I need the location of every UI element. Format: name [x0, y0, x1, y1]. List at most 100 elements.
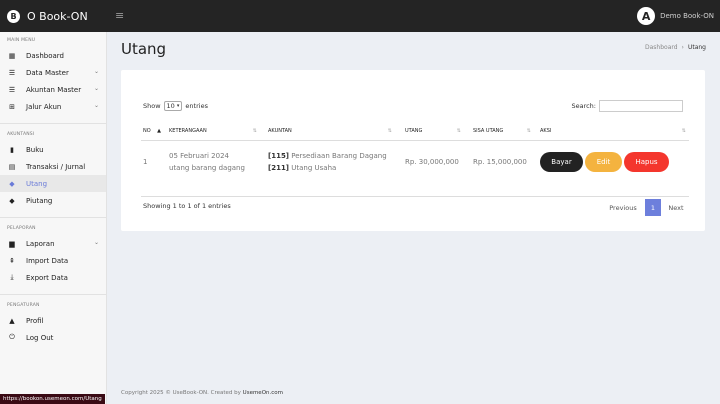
grid-icon: ⊞ [9, 102, 15, 111]
entries-length-control: Show 10 ▾ entries [143, 101, 208, 111]
sidebar-section-title: PENGATURAN [7, 302, 40, 308]
header-divider [141, 140, 689, 141]
account-name: Utang Usaha [291, 164, 337, 172]
sort-icon: ⇅ [526, 128, 531, 134]
utang-table-card: Show 10 ▾ entries Search: NO ▲ KETERANGAA… [121, 70, 705, 231]
sidebar-item-label: Log Out [26, 333, 54, 342]
sidebar-item-import-data[interactable]: ⇞ Import Data [0, 252, 106, 269]
sidebar-item-label: Import Data [26, 256, 69, 265]
file-icon: ▆ [9, 239, 15, 248]
footer: Copyright 2025 © UseBook-ON. Created by … [121, 390, 283, 396]
column-header-sisa-utang[interactable]: SISA UTANG ⇅ [473, 124, 531, 138]
cell-keterangan: 05 Februari 2024 utang barang dagang [169, 150, 245, 174]
list-icon: ☰ [8, 85, 16, 94]
chevron-down-icon: ▾ [176, 103, 180, 109]
tags-icon: ◆ [9, 196, 15, 205]
sidebar-item-label: Laporan [26, 239, 55, 248]
account-code: [211] [268, 164, 290, 172]
sidebar-item-buku[interactable]: ▮ Buku [0, 141, 106, 158]
user-menu[interactable]: A Demo Book-ON [637, 0, 714, 32]
sidebar-divider [0, 123, 106, 124]
cell-akuntan: [115] Persediaan Barang Dagang [211] Uta… [268, 150, 387, 174]
sidebar-item-label: Dashboard [26, 51, 64, 60]
sidebar-section-title: AKUNTANSI [7, 131, 35, 137]
search-label: Search: [571, 102, 596, 110]
chevron-down-icon: ⌄ [93, 239, 99, 246]
sidebar-item-utang[interactable]: ◆ Utang [0, 175, 106, 192]
search-input[interactable] [599, 100, 683, 112]
user-name: Demo Book-ON [660, 12, 714, 20]
sidebar-item-laporan[interactable]: ▆ Laporan ⌄ [0, 235, 106, 252]
avatar: A [637, 7, 656, 25]
pagination-next[interactable]: Next [663, 199, 689, 216]
top-navbar: B O Book-ON ≡ A Demo Book-ON [0, 0, 720, 32]
column-header-utang[interactable]: UTANG ⇅ [405, 124, 461, 138]
sort-icon: ⇅ [387, 128, 392, 134]
sidebar-divider [0, 294, 106, 295]
sidebar-item-label: Transaksi / Jurnal [26, 162, 86, 171]
user-icon: ▲ [9, 316, 15, 325]
breadcrumb: Dashboard › Utang [645, 44, 706, 51]
power-icon: ⏻ [9, 333, 15, 341]
footer-text: Copyright 2025 © UseBook-ON. Created by [121, 390, 243, 396]
sidebar-item-label: Akuntan Master [26, 85, 82, 94]
entries-select[interactable]: 10 ▾ [163, 101, 183, 111]
sidebar-item-akuntan-master[interactable]: ☰ Akuntan Master ⌄ [0, 81, 106, 98]
dashboard-icon: ▦ [8, 51, 16, 60]
brand-logo-icon: B [7, 9, 20, 23]
sidebar-item-label: Data Master [26, 68, 69, 77]
sidebar-divider [0, 217, 106, 218]
sidebar-item-label: Jalur Akun [26, 102, 62, 111]
sidebar-item-transaksi-jurnal[interactable]: ▤ Transaksi / Jurnal [0, 158, 106, 175]
sidebar-item-piutang[interactable]: ◆ Piutang [0, 192, 106, 209]
sort-asc-icon: ▲ [157, 128, 161, 134]
column-header-label: AKUNTAN [268, 128, 292, 134]
status-url: https://bookon.usemeon.com/Utang [0, 394, 105, 404]
sidebar-item-export-data[interactable]: ⤓ Export Data [0, 269, 106, 286]
cell-date: 05 Februari 2024 [169, 152, 229, 160]
brand[interactable]: B O Book-ON [7, 0, 88, 32]
bayar-button[interactable]: Bayar [540, 152, 583, 172]
account-code: [115] [268, 152, 290, 160]
brand-name: O Book-ON [27, 9, 88, 23]
cell-utang: Rp. 30,000,000 [405, 158, 459, 166]
breadcrumb-home-link[interactable]: Dashboard [645, 44, 678, 51]
chevron-down-icon: ⌄ [93, 68, 99, 75]
edit-button[interactable]: Edit [585, 152, 622, 172]
column-header-label: UTANG [405, 128, 423, 134]
sort-icon: ⇅ [456, 128, 461, 134]
menu-toggle-icon[interactable]: ≡ [115, 9, 124, 22]
sidebar: MAIN MENU ▦ Dashboard ☰ Data Master ⌄ ☰ Akuntan… [0, 32, 107, 404]
list-icon: ☰ [8, 68, 16, 77]
book-icon: ▮ [10, 145, 14, 154]
column-header-label: NO [143, 128, 151, 134]
sidebar-item-dashboard[interactable]: ▦ Dashboard [0, 47, 106, 64]
pagination-page-1[interactable]: 1 [645, 199, 661, 216]
sidebar-item-profil[interactable]: ▲ Profil [0, 312, 106, 329]
sidebar-item-label: Buku [26, 145, 44, 154]
tag-icon: ◆ [9, 179, 15, 188]
column-header-akuntan[interactable]: AKUNTAN ⇅ [268, 124, 392, 138]
sidebar-item-log-out[interactable]: ⏻ Log Out [0, 329, 106, 346]
sidebar-item-data-master[interactable]: ☰ Data Master ⌄ [0, 64, 106, 81]
entries-label: entries [185, 102, 208, 110]
cell-no: 1 [143, 158, 148, 166]
sidebar-item-label: Export Data [26, 273, 68, 282]
footer-author-link[interactable]: UsemeOn.com [243, 390, 283, 396]
hapus-button[interactable]: Hapus [624, 152, 669, 172]
chevron-down-icon: ⌄ [93, 102, 99, 109]
sidebar-item-jalur-akun[interactable]: ⊞ Jalur Akun ⌄ [0, 98, 106, 115]
column-header-keterangan[interactable]: KETERANGAAN ⇅ [169, 124, 257, 138]
journal-icon: ▤ [8, 162, 16, 171]
download-icon: ⤓ [10, 273, 14, 281]
row-divider [141, 196, 689, 197]
column-header-no[interactable]: NO ▲ [143, 124, 161, 138]
sort-icon: ⇅ [252, 128, 257, 134]
column-header-label: KETERANGAAN [169, 128, 207, 134]
sidebar-item-label: Utang [26, 179, 48, 188]
pagination-previous[interactable]: Previous [603, 199, 643, 216]
cell-sisa-utang: Rp. 15,000,000 [473, 158, 527, 166]
breadcrumb-separator: › [681, 44, 684, 51]
column-header-aksi[interactable]: AKSI ⇅ [540, 124, 686, 138]
sort-icon: ⇅ [681, 128, 686, 134]
